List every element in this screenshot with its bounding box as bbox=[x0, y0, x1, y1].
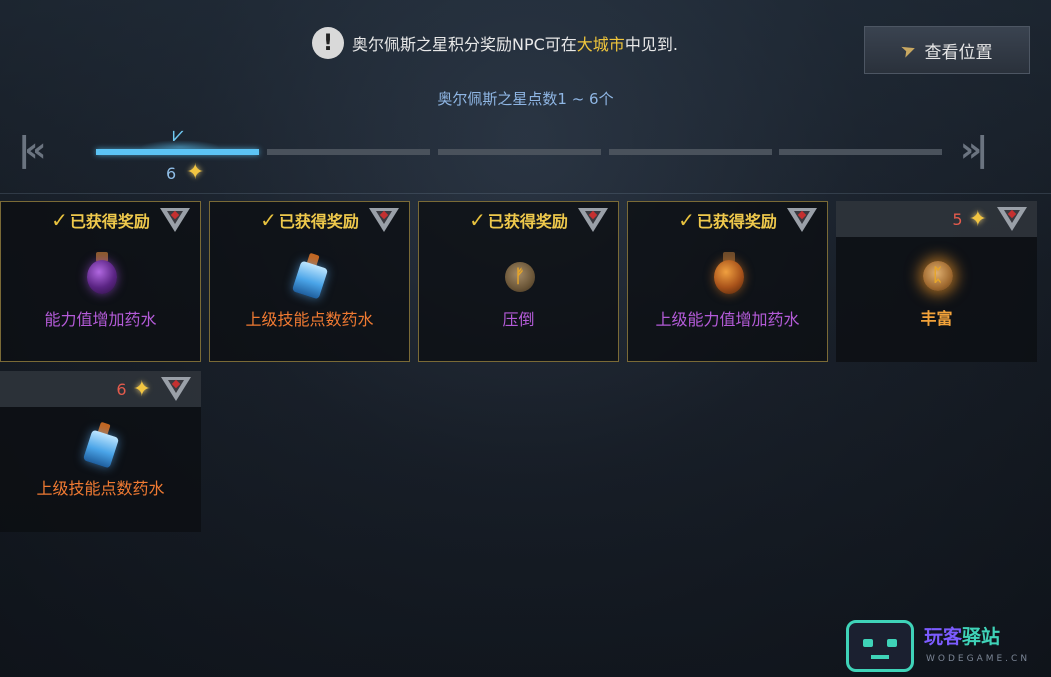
reward-status-label: 已获得奖励 bbox=[487, 212, 568, 231]
notice-text: 奥尔佩斯之星积分奖励NPC可在大城市中见到. bbox=[352, 31, 678, 55]
reward-status-label: 已获得奖励 bbox=[69, 212, 150, 231]
points-range-label: 奥尔佩斯之星点数1 ~ 6个 bbox=[437, 90, 614, 108]
reward-name: 上级技能点数药水 bbox=[36, 479, 165, 498]
checkmark-icon: ✓ bbox=[260, 208, 277, 232]
view-location-button[interactable]: ➤ 查看位置 bbox=[864, 26, 1030, 74]
progress-segment-5 bbox=[779, 149, 942, 155]
star-icon: ✦ bbox=[968, 206, 987, 232]
reward-status-label: 已获得奖励 bbox=[278, 212, 359, 231]
watermark-logo-icon bbox=[846, 620, 914, 672]
progress-segment-2 bbox=[267, 149, 430, 155]
rank-badge-icon bbox=[785, 206, 819, 234]
reward-card[interactable]: 5 ✦ ᛈ 丰富 bbox=[836, 201, 1037, 362]
rank-badge-icon bbox=[995, 205, 1029, 233]
orange-potion-icon bbox=[700, 250, 756, 306]
watermark-brand: 玩客驿站 bbox=[924, 622, 1000, 649]
first-page-icon[interactable]: |‹‹ bbox=[18, 130, 47, 170]
progress-marker-icon: ⩗ bbox=[172, 122, 184, 146]
blue-potion-icon bbox=[73, 419, 129, 475]
purple-potion-icon bbox=[73, 250, 129, 306]
checkmark-icon: ✓ bbox=[469, 208, 486, 232]
watermark-brand-b: 驿站 bbox=[962, 626, 1001, 648]
reward-card[interactable]: ✓ 已获得奖励 上级能力值增加药水 bbox=[627, 201, 828, 362]
progress-segment-1 bbox=[96, 149, 259, 155]
reward-name: 上级能力值增加药水 bbox=[655, 310, 800, 329]
rune-icon: ᚠ bbox=[491, 250, 547, 306]
blue-potion-icon bbox=[282, 250, 338, 306]
rank-badge-icon bbox=[576, 206, 610, 234]
checkmark-icon: ✓ bbox=[51, 208, 68, 232]
watermark-brand-a: 玩客 bbox=[924, 626, 963, 648]
notice-bar: ! 奥尔佩斯之星积分奖励NPC可在大城市中见到. bbox=[312, 26, 678, 60]
star-icon: ✦ bbox=[132, 376, 151, 402]
rank-badge-icon bbox=[159, 375, 193, 403]
reward-name: 丰富 bbox=[920, 309, 953, 328]
glowing-rune-icon: ᛈ bbox=[909, 249, 965, 305]
notice-text-after: 中见到. bbox=[624, 35, 678, 54]
reward-name: 上级技能点数药水 bbox=[245, 310, 374, 329]
compass-icon: ➤ bbox=[898, 37, 920, 63]
watermark-subtitle: WODEGAME.CN bbox=[926, 654, 1031, 664]
reward-cost-value: 6 bbox=[116, 379, 127, 399]
reward-card[interactable]: 6 ✦ 上级技能点数药水 bbox=[0, 371, 201, 532]
progress-segment-4 bbox=[609, 149, 772, 155]
progress-segment-3 bbox=[438, 149, 601, 155]
reward-cost-value: 5 bbox=[952, 209, 963, 229]
divider bbox=[0, 193, 1051, 194]
notice-highlight: 大城市 bbox=[576, 35, 625, 54]
checkmark-icon: ✓ bbox=[678, 208, 695, 232]
reward-name: 压倒 bbox=[502, 310, 535, 329]
reward-status-label: 已获得奖励 bbox=[696, 212, 777, 231]
reward-card[interactable]: ✓ 已获得奖励 上级技能点数药水 bbox=[209, 201, 410, 362]
exclamation-icon: ! bbox=[312, 27, 344, 59]
progress-points-value: 6 bbox=[166, 164, 177, 183]
star-icon: ✦ bbox=[186, 160, 205, 185]
notice-text-before: 奥尔佩斯之星积分奖励NPC可在 bbox=[352, 35, 577, 54]
rank-badge-icon bbox=[367, 206, 401, 234]
reward-name: 能力值增加药水 bbox=[44, 310, 157, 329]
view-location-label: 查看位置 bbox=[924, 42, 993, 63]
rank-badge-icon bbox=[158, 206, 192, 234]
reward-card[interactable]: ✓ 已获得奖励 能力值增加药水 bbox=[0, 201, 201, 362]
last-page-icon[interactable]: ››| bbox=[960, 130, 989, 170]
reward-card[interactable]: ✓ 已获得奖励 ᚠ 压倒 bbox=[418, 201, 619, 362]
